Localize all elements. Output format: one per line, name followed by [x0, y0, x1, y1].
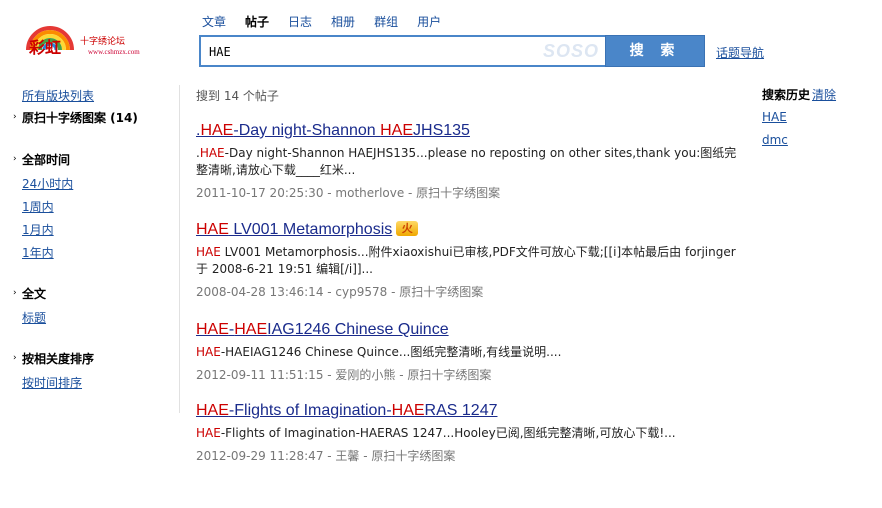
result-item: HAE-HAEIAG1246 Chinese Quince HAE-HAEIAG… — [196, 321, 746, 383]
sidebar-divider — [179, 85, 180, 413]
tab-users[interactable]: 用户 — [417, 13, 441, 30]
time-filter-24h[interactable]: 24小时内 — [22, 175, 73, 192]
site-logo[interactable]: 彩虹 十字绣论坛 www.cshmzx.com — [24, 14, 160, 60]
tab-albums[interactable]: 相册 — [331, 13, 355, 30]
search-history-title: 搜索历史 — [762, 88, 811, 102]
logo-url: www.cshmzx.com — [88, 48, 140, 56]
sort-heading: 按相关度排序 — [22, 352, 95, 366]
logo-brand: 彩虹 — [29, 38, 62, 57]
search-history: 搜索历史 清除 HAE dmc — [762, 86, 836, 147]
tab-posts[interactable]: 帖子 — [245, 13, 269, 30]
result-snippet: .HAE-Day night-Shannon HAEJHS135...pleas… — [196, 146, 737, 177]
result-item: .HAE-Day night-Shannon HAEJHS135 .HAE-Da… — [196, 122, 746, 201]
time-filter-1year[interactable]: 1年内 — [22, 244, 54, 261]
tab-groups[interactable]: 群组 — [374, 13, 398, 30]
sort-by-time-link[interactable]: 按时间排序 — [22, 374, 82, 391]
time-filter-1month[interactable]: 1月内 — [22, 221, 54, 238]
chevron-right-icon: › — [13, 288, 17, 298]
history-item[interactable]: dmc — [762, 133, 788, 147]
topic-nav-link[interactable]: 话题导航 — [716, 44, 764, 61]
search-input[interactable] — [209, 44, 539, 60]
result-snippet: HAE LV001 Metamorphosis...附件xiaoxishui已审… — [196, 245, 736, 276]
logo-tagline: 十字绣论坛 — [80, 37, 126, 47]
tab-blogs[interactable]: 日志 — [288, 13, 312, 30]
search-box: SOSO — [199, 35, 605, 67]
result-meta: 2008-04-28 13:46:14 - cyp9578 - 原扫十字绣图案 — [196, 285, 484, 299]
result-item: HAE LV001 Metamorphosis 火 HAE LV001 Metam… — [196, 221, 746, 300]
search-button[interactable]: 搜 索 — [605, 35, 705, 67]
result-title-link[interactable]: HAE LV001 Metamorphosis — [196, 221, 392, 239]
all-forums-link[interactable]: 所有版块列表 — [22, 87, 94, 104]
result-title-link[interactable]: HAE-HAEIAG1246 Chinese Quince — [196, 321, 449, 339]
chevron-right-icon: › — [13, 154, 17, 164]
history-item[interactable]: HAE — [762, 110, 787, 124]
result-item: HAE-Flights of Imagination-HAERAS 1247 H… — [196, 402, 746, 464]
current-forum-filter: 原扫十字绣图案 (14) — [22, 111, 138, 125]
result-meta: 2012-09-11 11:51:15 - 爱刚的小熊 - 原扫十字绣图案 — [196, 368, 492, 382]
time-filter-1week[interactable]: 1周内 — [22, 198, 54, 215]
hot-badge-icon: 火 — [396, 221, 419, 236]
scope-filter-heading: 全文 — [22, 287, 47, 301]
clear-history-link[interactable]: 清除 — [812, 88, 836, 102]
tab-articles[interactable]: 文章 — [202, 13, 226, 30]
chevron-right-icon: › — [13, 353, 17, 363]
result-count: 搜到 14 个帖子 — [196, 89, 279, 103]
result-snippet: HAE-HAEIAG1246 Chinese Quince...图纸完整清晰,有… — [196, 345, 562, 359]
result-meta: 2012-09-29 11:28:47 - 王馨 - 原扫十字绣图案 — [196, 449, 456, 463]
search-type-tabs: 文章 帖子 日志 相册 群组 用户 — [202, 13, 460, 30]
result-snippet: HAE-Flights of Imagination-HAERAS 1247..… — [196, 426, 676, 440]
soso-watermark: SOSO — [542, 41, 599, 61]
result-title-link[interactable]: .HAE-Day night-Shannon HAEJHS135 — [196, 122, 470, 140]
chevron-right-icon: › — [13, 112, 17, 122]
time-filter-heading: 全部时间 — [22, 153, 71, 167]
scope-filter-title[interactable]: 标题 — [22, 309, 46, 326]
result-title-link[interactable]: HAE-Flights of Imagination-HAERAS 1247 — [196, 402, 497, 420]
result-meta: 2011-10-17 20:25:30 - motherlove - 原扫十字绣… — [196, 186, 501, 200]
